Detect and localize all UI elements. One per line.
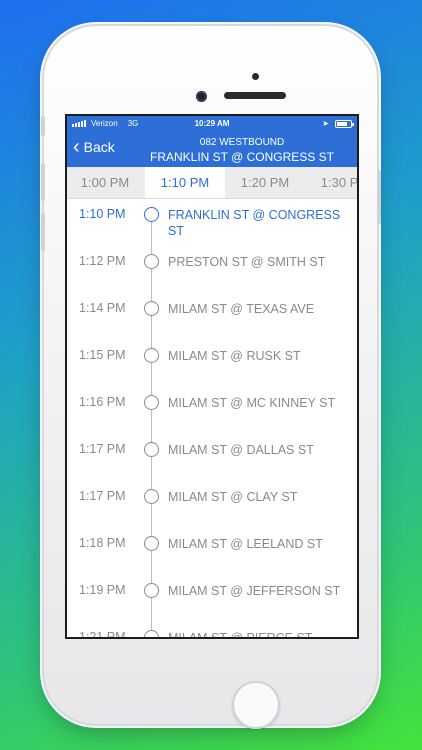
tab-1-20-pm[interactable]: 1:20 PM [225,167,305,198]
stop-time: 1:17 PM [79,489,126,503]
stop-time: 1:19 PM [79,583,126,597]
list-item[interactable]: 1:15 PM MILAM ST @ RUSK ST [67,348,357,388]
stop-name: MILAM ST @ CLAY ST [168,490,298,504]
stop-marker-icon [144,301,159,316]
status-right: ➤ [322,119,354,128]
stop-time: 1:17 PM [79,442,126,456]
back-button[interactable]: ‹ Back [73,136,115,158]
list-item[interactable]: 1:17 PM MILAM ST @ DALLAS ST [67,442,357,482]
mute-switch [41,116,45,136]
list-item[interactable]: 1:18 PM MILAM ST @ LEELAND ST [67,536,357,576]
power-button [377,170,381,224]
list-item[interactable]: 1:17 PM MILAM ST @ CLAY ST [67,489,357,529]
stop-marker-icon [144,536,159,551]
stop-marker-icon [144,207,159,222]
stop-marker-icon [144,442,159,457]
status-time: 10:29 AM [194,119,230,128]
list-item[interactable]: 1:19 PM MILAM ST @ JEFFERSON ST [67,583,357,623]
list-item[interactable]: 1:12 PM PRESTON ST @ SMITH ST [67,254,357,294]
tab-1-00-pm[interactable]: 1:00 PM [67,167,145,198]
stop-marker-icon [144,348,159,363]
stop-name: MILAM ST @ MC KINNEY ST [168,396,336,410]
stop-time: 1:15 PM [79,348,126,362]
stop-time: 1:16 PM [79,395,126,409]
status-bar: Verizon 3G 10:29 AM ➤ [67,116,357,133]
stop-marker-icon [144,489,159,504]
speaker-slot [224,92,286,99]
stop-name: MILAM ST @ TEXAS AVE [168,302,315,316]
stop-name: MILAM ST @ JEFFERSON ST [168,584,341,598]
departure-time-tabs: 1:00 PM 1:10 PM 1:20 PM 1:30 PM [67,167,357,199]
stop-name: MILAM ST @ PIERCE ST [168,631,313,639]
stop-time: 1:12 PM [79,254,126,268]
stop-time: 1:14 PM [79,301,126,315]
list-item[interactable]: 1:21 PM MILAM ST @ PIERCE ST [67,630,357,639]
chevron-left-icon: ‹ [73,136,80,158]
home-button[interactable] [232,681,280,729]
stop-name: FRANKLIN ST @ CONGRESS ST [168,208,341,238]
list-item[interactable]: 1:10 PM FRANKLIN ST @ CONGRESS ST [67,207,357,247]
earpiece-dot [252,73,259,80]
volume-up-button [41,163,45,201]
tab-1-30-pm[interactable]: 1:30 PM [305,167,357,198]
stop-name: PRESTON ST @ SMITH ST [168,255,326,269]
stop-name: MILAM ST @ DALLAS ST [168,443,314,457]
front-camera [196,91,207,102]
stop-time: 1:10 PM [79,207,126,221]
back-label: Back [83,139,115,155]
location-arrow-icon: ➤ [322,119,329,128]
stop-name: MILAM ST @ LEELAND ST [168,537,323,551]
stops-list: 1:10 PM FRANKLIN ST @ CONGRESS ST 1:12 P… [67,199,357,639]
stop-marker-icon [144,630,159,637]
stop-time: 1:21 PM [79,630,126,639]
tab-1-10-pm[interactable]: 1:10 PM [145,167,225,198]
stop-time: 1:18 PM [79,536,126,550]
app-screen: Verizon 3G 10:29 AM ➤ ‹ Back 082 WESTBOU… [65,114,359,639]
list-item[interactable]: 1:14 PM MILAM ST @ TEXAS AVE [67,301,357,341]
volume-down-button [41,213,45,251]
page-title: FRANKLIN ST @ CONGRESS ST [150,150,334,164]
stop-marker-icon [144,395,159,410]
stop-marker-icon [144,583,159,598]
list-item[interactable]: 1:16 PM MILAM ST @ MC KINNEY ST [67,395,357,435]
battery-icon [335,119,354,128]
stop-name: MILAM ST @ RUSK ST [168,349,301,363]
navigation-bar: ‹ Back 082 WESTBOUND FRANKLIN ST @ CONGR… [67,133,357,167]
route-direction: 082 WESTBOUND [199,137,285,148]
stop-marker-icon [144,254,159,269]
